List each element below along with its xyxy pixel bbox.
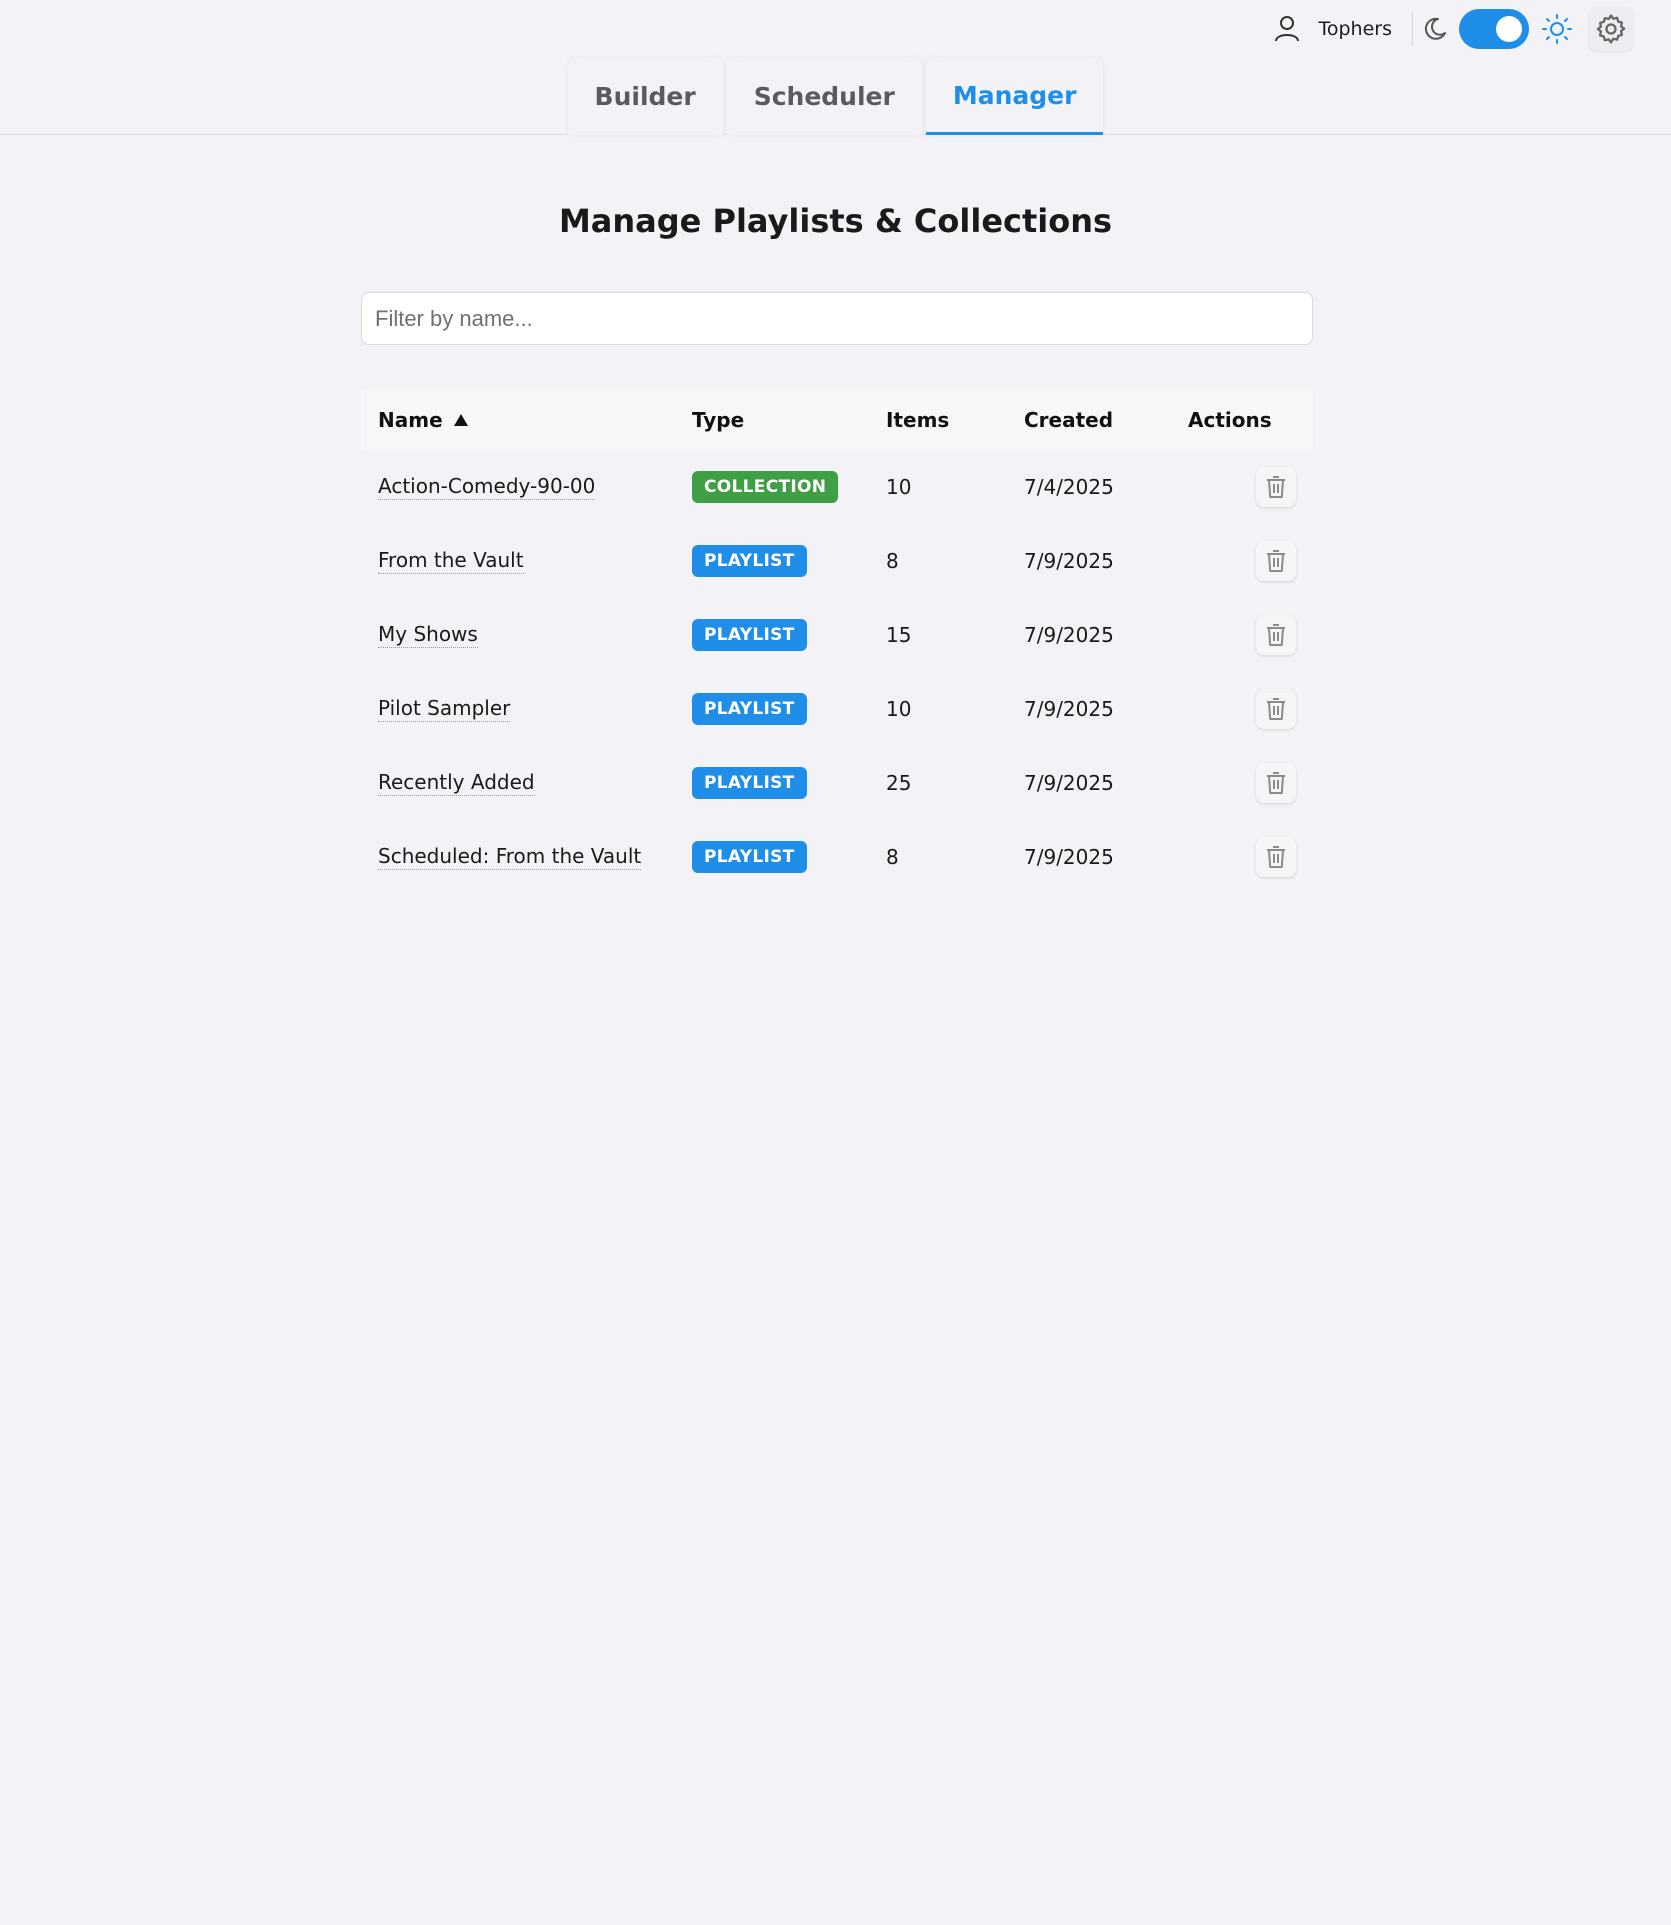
trash-icon: [1267, 772, 1285, 794]
row-items: 8: [886, 549, 899, 573]
row-name[interactable]: Recently Added: [378, 770, 535, 796]
toggle-knob: [1496, 16, 1522, 42]
row-name-cell: Scheduled: From the Vault: [361, 844, 692, 870]
table-row: From the Vault PLAYLIST 8 7/9/2025: [361, 524, 1313, 598]
tab-manager[interactable]: Manager: [925, 58, 1104, 135]
username: Tophers: [1318, 18, 1392, 40]
delete-button[interactable]: [1256, 615, 1296, 655]
row-name[interactable]: From the Vault: [378, 548, 524, 574]
type-badge: PLAYLIST: [692, 619, 807, 651]
row-created: 7/9/2025: [1024, 549, 1114, 573]
header-items[interactable]: Items: [886, 408, 1024, 432]
row-actions: [1187, 541, 1313, 581]
row-actions: [1187, 467, 1313, 507]
table-header: Name Type Items Created Actions: [361, 390, 1313, 450]
filter-input[interactable]: [361, 292, 1313, 345]
row-name-cell: From the Vault: [361, 548, 692, 574]
delete-button[interactable]: [1256, 467, 1296, 507]
row-type-cell: COLLECTION: [692, 471, 886, 503]
row-items: 10: [886, 697, 912, 721]
trash-icon: [1267, 846, 1285, 868]
row-items: 25: [886, 771, 912, 795]
header-name-label: Name: [378, 408, 443, 432]
delete-button[interactable]: [1256, 541, 1296, 581]
row-name-cell: My Shows: [361, 622, 692, 648]
sun-icon: [1541, 13, 1573, 45]
top-bar: Tophers Builder Scheduler Manager: [0, 0, 1671, 135]
row-actions: [1187, 689, 1313, 729]
triangle-up-icon: [453, 413, 469, 427]
type-badge: PLAYLIST: [692, 841, 807, 873]
table-row: Scheduled: From the Vault PLAYLIST 8 7/9/20…: [361, 820, 1313, 894]
row-actions: [1187, 615, 1313, 655]
playlists-table: Name Type Items Created Actions Action-C…: [361, 390, 1313, 894]
row-actions: [1187, 837, 1313, 877]
user-controls: Tophers: [1274, 7, 1633, 51]
row-name-cell: Recently Added: [361, 770, 692, 796]
divider: [1412, 12, 1413, 46]
tab-builder[interactable]: Builder: [567, 58, 723, 135]
gear-icon: [1596, 14, 1626, 44]
row-type-cell: PLAYLIST: [692, 767, 886, 799]
header-type[interactable]: Type: [692, 408, 886, 432]
header-name[interactable]: Name: [361, 408, 692, 432]
row-items: 10: [886, 475, 912, 499]
table-row: Recently Added PLAYLIST 25 7/9/2025: [361, 746, 1313, 820]
header-actions: Actions: [1188, 408, 1272, 432]
row-actions: [1187, 763, 1313, 803]
tab-bar: Builder Scheduler Manager: [0, 58, 1671, 135]
row-created: 7/9/2025: [1024, 623, 1114, 647]
row-name[interactable]: Scheduled: From the Vault: [378, 844, 642, 870]
row-name[interactable]: Pilot Sampler: [378, 696, 511, 722]
header-created[interactable]: Created: [1024, 408, 1187, 432]
row-created: 7/9/2025: [1024, 771, 1114, 795]
user-icon: [1274, 15, 1300, 43]
trash-icon: [1267, 698, 1285, 720]
row-name-cell: Action-Comedy-90-00: [361, 474, 692, 500]
row-name-cell: Pilot Sampler: [361, 696, 692, 722]
type-badge: PLAYLIST: [692, 693, 807, 725]
delete-button[interactable]: [1256, 837, 1296, 877]
page-title: Manage Playlists & Collections: [558, 202, 1113, 240]
delete-button[interactable]: [1256, 763, 1296, 803]
trash-icon: [1267, 476, 1285, 498]
theme-toggle[interactable]: [1459, 9, 1529, 49]
type-badge: COLLECTION: [692, 471, 839, 503]
row-items: 15: [886, 623, 912, 647]
table-row: My Shows PLAYLIST 15 7/9/2025: [361, 598, 1313, 672]
row-type-cell: PLAYLIST: [692, 841, 886, 873]
trash-icon: [1267, 550, 1285, 572]
row-type-cell: PLAYLIST: [692, 545, 886, 577]
row-created: 7/4/2025: [1024, 475, 1114, 499]
row-items: 8: [886, 845, 899, 869]
type-badge: PLAYLIST: [692, 545, 807, 577]
settings-button[interactable]: [1589, 7, 1633, 51]
tab-scheduler[interactable]: Scheduler: [726, 58, 922, 135]
row-type-cell: PLAYLIST: [692, 693, 886, 725]
table-row: Action-Comedy-90-00 COLLECTION 10 7/4/2025: [361, 450, 1313, 524]
row-created: 7/9/2025: [1024, 845, 1114, 869]
type-badge: PLAYLIST: [692, 767, 807, 799]
row-type-cell: PLAYLIST: [692, 619, 886, 651]
row-name[interactable]: My Shows: [378, 622, 478, 648]
table-row: Pilot Sampler PLAYLIST 10 7/9/2025: [361, 672, 1313, 746]
moon-icon: [1421, 15, 1449, 43]
trash-icon: [1267, 624, 1285, 646]
row-created: 7/9/2025: [1024, 697, 1114, 721]
row-name[interactable]: Action-Comedy-90-00: [378, 474, 596, 500]
delete-button[interactable]: [1256, 689, 1296, 729]
